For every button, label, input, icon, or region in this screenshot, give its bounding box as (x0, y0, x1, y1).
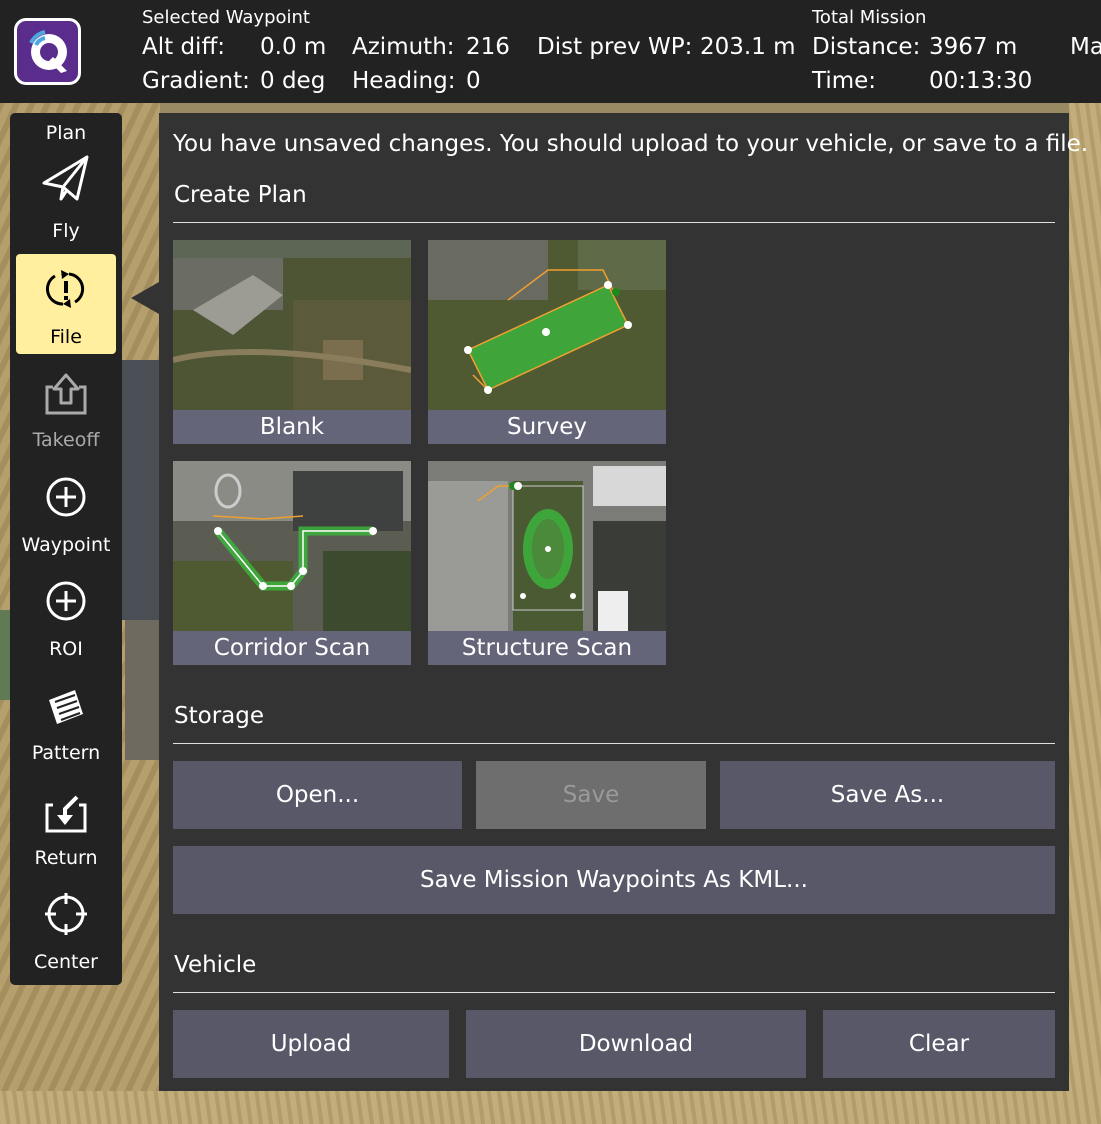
storage-divider (173, 743, 1055, 744)
gradient-value: 0 deg (260, 68, 326, 94)
paper-plane-icon (42, 155, 89, 201)
alt-diff-value: 0.0 m (260, 34, 327, 60)
mission-status-bar: Selected Waypoint Alt diff: 0.0 m Gradie… (0, 0, 1101, 103)
takeoff-label: Takeoff (32, 429, 100, 451)
plus-circle-icon (46, 477, 86, 517)
return-button[interactable]: Return (10, 781, 122, 881)
center-button[interactable]: Center (10, 885, 122, 985)
save-button[interactable]: Save (476, 761, 706, 829)
survey-label: Survey (428, 410, 666, 444)
selected-waypoint-title: Selected Waypoint (142, 7, 310, 28)
panel-pointer (131, 282, 159, 314)
survey-thumbnail (428, 240, 666, 410)
gradient-label: Gradient: (142, 68, 250, 94)
alt-diff-label: Alt diff: (142, 34, 226, 60)
unsaved-changes-message: You have unsaved changes. You should upl… (173, 131, 1089, 157)
total-mission-title: Total Mission (812, 7, 927, 28)
azimuth-label: Azimuth: (352, 34, 455, 60)
create-plan-title: Create Plan (174, 182, 307, 208)
download-button[interactable]: Download (466, 1010, 806, 1078)
save-kml-button[interactable]: Save Mission Waypoints As KML... (173, 846, 1055, 914)
corridor-scan-thumbnail (173, 461, 411, 631)
corridor-scan-label: Corridor Scan (173, 631, 411, 665)
vehicle-divider (173, 992, 1055, 993)
pattern-icon (49, 690, 83, 724)
template-survey[interactable]: Survey (428, 240, 666, 444)
storage-title: Storage (174, 703, 264, 729)
file-label: File (50, 326, 82, 348)
clear-button[interactable]: Clear (823, 1010, 1055, 1078)
heading-label: Heading: (352, 68, 456, 94)
heading-value: 0 (466, 68, 481, 94)
truncated-stat-label: Ma (1070, 34, 1101, 60)
save-as-button[interactable]: Save As... (720, 761, 1055, 829)
crosshair-icon (45, 893, 87, 935)
template-blank[interactable]: Blank (173, 240, 411, 444)
plan-title: Plan (10, 113, 122, 148)
pattern-label: Pattern (31, 742, 101, 764)
create-plan-divider (173, 222, 1055, 223)
structure-scan-thumbnail (428, 461, 666, 631)
distance-label: Distance: (812, 34, 921, 60)
plan-toolbar: Plan Fly File Takeoff Waypoint ROI Patte… (10, 113, 122, 985)
template-corridor-scan[interactable]: Corridor Scan (173, 461, 411, 665)
structure-scan-label: Structure Scan (428, 631, 666, 665)
time-label: Time: (812, 68, 877, 94)
pattern-button[interactable]: Pattern (10, 676, 122, 776)
dist-prev-wp-value: 203.1 m (700, 34, 796, 60)
distance-value: 3967 m (929, 34, 1018, 60)
takeoff-button[interactable]: Takeoff (10, 363, 122, 463)
dist-prev-wp-label: Dist prev WP: (537, 34, 693, 60)
center-label: Center (34, 951, 98, 973)
qgc-logo-icon (29, 30, 67, 73)
waypoint-button[interactable]: Waypoint (10, 468, 122, 568)
waypoint-label: Waypoint (21, 534, 111, 556)
plan-title-label: Plan (45, 122, 87, 144)
upload-button[interactable]: Upload (173, 1010, 449, 1078)
blank-label: Blank (173, 410, 411, 444)
plus-circle-icon (46, 581, 86, 621)
time-value: 00:13:30 (929, 68, 1033, 94)
open-button[interactable]: Open... (173, 761, 462, 829)
template-structure-scan[interactable]: Structure Scan (428, 461, 666, 665)
return-label: Return (34, 847, 98, 869)
fly-label: Fly (52, 220, 80, 242)
qgc-logo-button[interactable] (14, 18, 81, 85)
azimuth-value: 216 (466, 34, 510, 60)
takeoff-icon (45, 373, 87, 415)
fly-button[interactable]: Fly (10, 151, 122, 251)
file-button[interactable]: File (16, 254, 116, 354)
roi-button[interactable]: ROI (10, 572, 122, 672)
vehicle-title: Vehicle (174, 952, 257, 978)
file-panel: You have unsaved changes. You should upl… (159, 113, 1088, 1091)
return-icon (45, 795, 87, 833)
file-sync-icon (45, 270, 85, 308)
roi-label: ROI (49, 638, 83, 660)
blank-thumbnail (173, 240, 411, 410)
